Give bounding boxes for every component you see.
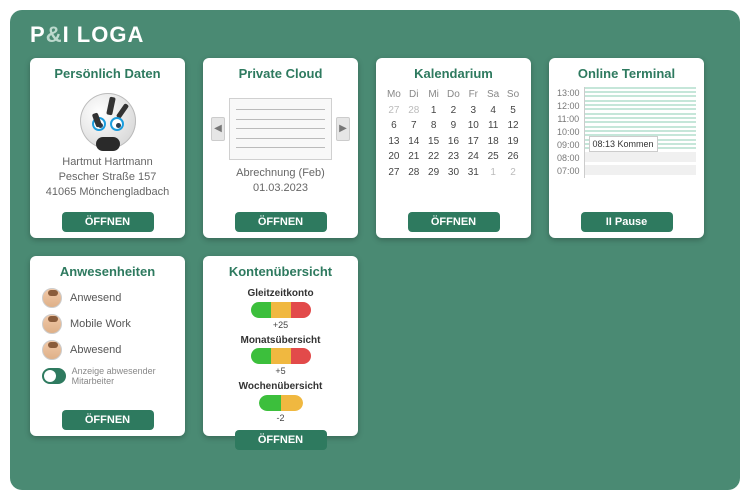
tile-online-terminal[interactable]: Online Terminal 13:00 12:00 11:00 10:00 09:0… bbox=[549, 58, 704, 238]
cal-day-cell[interactable]: 7 bbox=[404, 118, 424, 134]
calendar-table: MoDiMiDoFrSaSo 2728123456789101112131415… bbox=[384, 87, 523, 180]
cal-day-header: Di bbox=[404, 87, 424, 103]
cal-day-cell[interactable]: 5 bbox=[503, 103, 523, 119]
open-button[interactable]: ÖFFNEN bbox=[408, 212, 500, 232]
cal-day-header: So bbox=[503, 87, 523, 103]
hour-label: 08:00 bbox=[557, 152, 580, 162]
cal-day-cell[interactable]: 28 bbox=[404, 103, 424, 119]
account-label: Gleitzeitkonto bbox=[247, 287, 313, 301]
tile-title: Kontenübersicht bbox=[211, 264, 350, 279]
cal-day-cell[interactable]: 12 bbox=[503, 118, 523, 134]
tile-personal[interactable]: Persönlich Daten Hartmut Hartmann Pesche… bbox=[30, 58, 185, 238]
tile-title: Private Cloud bbox=[211, 66, 350, 81]
hour-label: 12:00 bbox=[557, 100, 580, 110]
tile-attendance[interactable]: Anwesenheiten Anwesend Mobile Work Abwes… bbox=[30, 256, 185, 436]
hour-label: 07:00 bbox=[557, 165, 580, 175]
account-label: Wochenübersicht bbox=[239, 380, 323, 394]
tiles-grid: Persönlich Daten Hartmut Hartmann Pesche… bbox=[30, 58, 720, 436]
user-city: 41065 Mönchengladbach bbox=[46, 185, 170, 200]
cal-day-cell[interactable]: 4 bbox=[483, 103, 503, 119]
attendance-row: Mobile Work bbox=[42, 311, 173, 337]
account-value: +5 bbox=[275, 365, 285, 377]
carousel-next-icon[interactable]: ▶ bbox=[336, 117, 350, 141]
open-button[interactable]: ÖFFNEN bbox=[235, 430, 327, 450]
cal-day-cell[interactable]: 31 bbox=[463, 165, 483, 181]
cal-day-cell[interactable]: 28 bbox=[404, 165, 424, 181]
cal-day-cell[interactable]: 17 bbox=[463, 134, 483, 150]
document-preview-icon bbox=[229, 98, 332, 160]
cal-day-header: Mi bbox=[424, 87, 444, 103]
cal-day-cell[interactable]: 2 bbox=[444, 103, 464, 119]
cal-day-cell[interactable]: 20 bbox=[384, 149, 404, 165]
cal-day-cell[interactable]: 1 bbox=[424, 103, 444, 119]
cal-day-cell[interactable]: 22 bbox=[424, 149, 444, 165]
pause-button[interactable]: II Pause bbox=[581, 212, 673, 232]
cal-day-cell[interactable]: 30 bbox=[444, 165, 464, 181]
cal-day-cell[interactable]: 16 bbox=[444, 134, 464, 150]
cal-day-cell[interactable]: 15 bbox=[424, 134, 444, 150]
app-frame: P&I LOGA Persönlich Daten Hartmut Hartma… bbox=[10, 10, 740, 490]
traffic-light-icon bbox=[251, 348, 311, 364]
tile-title: Online Terminal bbox=[557, 66, 696, 81]
absent-toggle[interactable] bbox=[42, 368, 66, 384]
cal-day-header: Fr bbox=[463, 87, 483, 103]
tile-title: Persönlich Daten bbox=[38, 66, 177, 81]
traffic-light-icon bbox=[259, 395, 303, 411]
cal-day-cell[interactable]: 10 bbox=[463, 118, 483, 134]
user-name: Hartmut Hartmann bbox=[62, 155, 152, 170]
cal-day-cell[interactable]: 26 bbox=[503, 149, 523, 165]
doc-date: 01.03.2023 bbox=[253, 181, 308, 196]
cal-day-cell[interactable]: 25 bbox=[483, 149, 503, 165]
cal-day-cell[interactable]: 9 bbox=[444, 118, 464, 134]
cal-day-cell[interactable]: 27 bbox=[384, 103, 404, 119]
cal-day-cell[interactable]: 14 bbox=[404, 134, 424, 150]
terminal-event-badge: 08:13 Kommen bbox=[589, 136, 658, 152]
avatar-icon bbox=[42, 288, 62, 308]
cal-day-cell[interactable]: 1 bbox=[483, 165, 503, 181]
tile-calendar[interactable]: Kalendarium MoDiMiDoFrSaSo 2728123456789… bbox=[376, 58, 531, 238]
account-value: +25 bbox=[273, 319, 288, 331]
account-value: -2 bbox=[276, 412, 284, 424]
cal-day-header: Do bbox=[444, 87, 464, 103]
zebra-avatar-icon bbox=[80, 93, 136, 149]
open-button[interactable]: ÖFFNEN bbox=[62, 212, 154, 232]
cal-day-cell[interactable]: 2 bbox=[503, 165, 523, 181]
traffic-light-icon bbox=[251, 302, 311, 318]
tile-title: Anwesenheiten bbox=[38, 264, 177, 279]
cal-day-cell[interactable]: 29 bbox=[424, 165, 444, 181]
user-street: Pescher Straße 157 bbox=[59, 170, 157, 185]
cal-day-cell[interactable]: 21 bbox=[404, 149, 424, 165]
cal-day-cell[interactable]: 8 bbox=[424, 118, 444, 134]
cal-day-cell[interactable]: 11 bbox=[483, 118, 503, 134]
hour-label: 13:00 bbox=[557, 87, 580, 97]
attendance-row: Anwesend bbox=[42, 285, 173, 311]
app-logo: P&I LOGA bbox=[30, 22, 720, 48]
cal-day-cell[interactable]: 6 bbox=[384, 118, 404, 134]
cal-day-cell[interactable]: 3 bbox=[463, 103, 483, 119]
hour-label: 09:00 bbox=[557, 139, 580, 149]
hour-label: 10:00 bbox=[557, 126, 580, 136]
cal-day-cell[interactable]: 24 bbox=[463, 149, 483, 165]
cal-day-header: Sa bbox=[483, 87, 503, 103]
cal-day-cell[interactable]: 18 bbox=[483, 134, 503, 150]
open-button[interactable]: ÖFFNEN bbox=[235, 212, 327, 232]
cal-day-cell[interactable]: 19 bbox=[503, 134, 523, 150]
cal-day-cell[interactable]: 13 bbox=[384, 134, 404, 150]
tile-title: Kalendarium bbox=[384, 66, 523, 81]
toggle-caption: Anzeige abwesender Mitarbeiter bbox=[72, 366, 173, 387]
open-button[interactable]: ÖFFNEN bbox=[62, 410, 154, 430]
cal-day-header: Mo bbox=[384, 87, 404, 103]
attendance-row: Abwesend bbox=[42, 337, 173, 363]
tile-accounts[interactable]: Kontenübersicht Gleitzeitkonto +25 Monat… bbox=[203, 256, 358, 436]
cal-day-cell[interactable]: 27 bbox=[384, 165, 404, 181]
tile-private-cloud[interactable]: Private Cloud ◀ ▶ Abrechnung (Feb) 01.03… bbox=[203, 58, 358, 238]
cal-day-cell[interactable]: 23 bbox=[444, 149, 464, 165]
timeline: 13:00 12:00 11:00 10:00 09:00 08:00 07:00 08:1… bbox=[557, 87, 696, 178]
carousel-prev-icon[interactable]: ◀ bbox=[211, 117, 225, 141]
hour-label: 11:00 bbox=[557, 113, 580, 123]
avatar-icon bbox=[42, 314, 62, 334]
account-label: Monatsübersicht bbox=[240, 334, 320, 348]
avatar-icon bbox=[42, 340, 62, 360]
doc-title: Abrechnung (Feb) bbox=[236, 166, 325, 181]
